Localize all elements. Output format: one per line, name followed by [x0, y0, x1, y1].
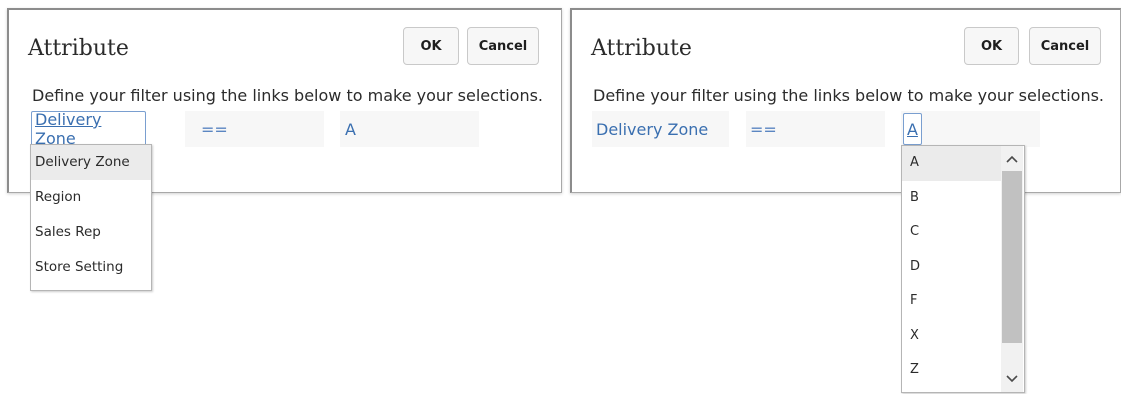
attribute-link[interactable]: Delivery Zone [31, 110, 146, 148]
instruction-text: Define your filter using the links below… [593, 86, 1105, 105]
attribute-link[interactable]: Delivery Zone [592, 111, 729, 147]
menu-item-delivery-zone[interactable]: Delivery Zone [31, 145, 151, 180]
dialog-title: Attribute [591, 36, 692, 61]
attribute-dialog-right: Attribute OK Cancel Define your filter u… [570, 8, 1121, 193]
value-item-d[interactable]: D [902, 250, 1004, 285]
value-item-x[interactable]: X [902, 319, 1004, 354]
scrollbar-thumb[interactable] [1002, 171, 1022, 343]
value-link[interactable]: A [903, 113, 922, 145]
ok-button[interactable]: OK [403, 27, 459, 65]
cancel-button[interactable]: Cancel [467, 27, 539, 65]
scrollbar[interactable] [1001, 146, 1023, 392]
cancel-button[interactable]: Cancel [1029, 27, 1101, 65]
operator-link[interactable]: == [185, 111, 324, 147]
menu-item-store-setting[interactable]: Store Setting [31, 250, 151, 285]
value-item-c[interactable]: C [902, 215, 1004, 250]
menu-item-region[interactable]: Region [31, 180, 151, 215]
value-item-f[interactable]: F [902, 284, 1004, 319]
operator-link[interactable]: == [746, 111, 885, 147]
value-item-b[interactable]: B [902, 181, 1004, 216]
ok-button[interactable]: OK [964, 27, 1019, 65]
instruction-text: Define your filter using the links below… [32, 86, 544, 105]
value-cell: A [901, 111, 1040, 147]
value-item-z[interactable]: Z [902, 353, 1004, 388]
menu-item-sales-rep[interactable]: Sales Rep [31, 215, 151, 250]
chevron-down-icon[interactable] [1001, 368, 1023, 390]
attribute-dropdown-menu: Delivery Zone Region Sales Rep Store Set… [30, 144, 152, 291]
value-item-a[interactable]: A [902, 146, 1004, 181]
chevron-up-icon[interactable] [1001, 148, 1023, 170]
value-dropdown-menu: A B C D F X Z [901, 145, 1025, 393]
dialog-title: Attribute [28, 36, 129, 61]
value-link[interactable]: A [340, 111, 479, 147]
